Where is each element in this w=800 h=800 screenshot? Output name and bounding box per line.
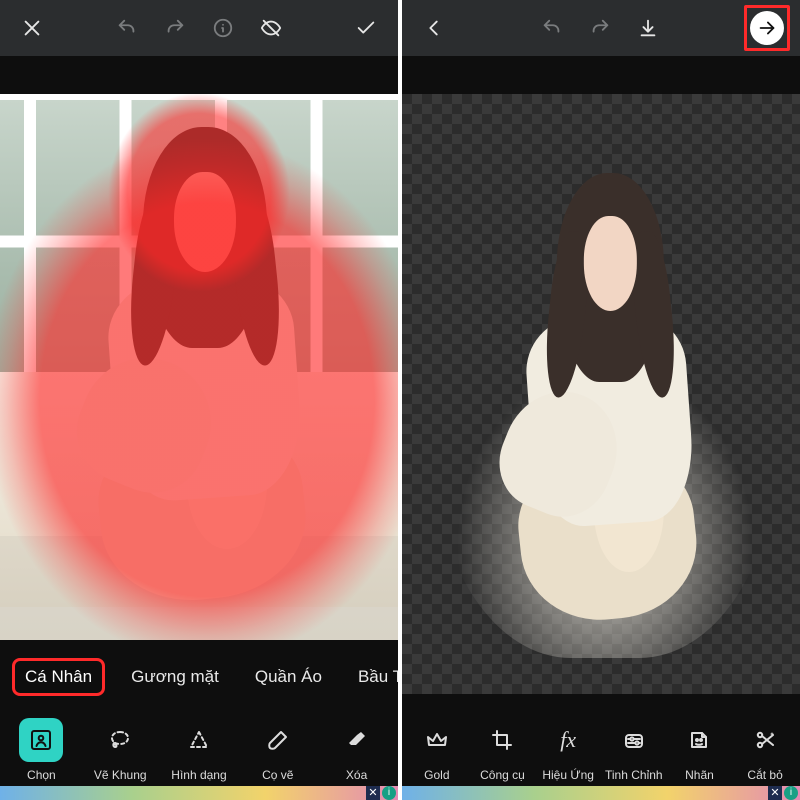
chip-ca-nhan[interactable]: Cá Nhân xyxy=(12,658,105,696)
undo-icon[interactable] xyxy=(530,6,574,50)
tool-label: Vẽ Khung xyxy=(94,768,147,782)
triangle-dashed-icon xyxy=(177,718,221,762)
preview-icon[interactable] xyxy=(249,6,293,50)
tool-label: Cắt bỏ xyxy=(747,768,782,782)
tool-label: Tinh Chỉnh xyxy=(605,768,663,782)
toolbar-right: Gold Công cụ fx Hiệu Ứng Tinh Chỉnh Nhãn xyxy=(402,702,800,786)
tool-label: Công cụ xyxy=(480,768,525,782)
tool-label: Chọn xyxy=(27,768,56,782)
selection-mask-overlay xyxy=(0,94,398,640)
toolbar-left: Chọn Vẽ Khung Hình dạng Cọ vẽ Xóa xyxy=(0,702,398,786)
crop-icon xyxy=(480,718,524,762)
tool-erase[interactable]: Xóa xyxy=(326,718,388,782)
sticker-icon xyxy=(677,718,721,762)
redo-icon[interactable] xyxy=(153,6,197,50)
brush-icon xyxy=(256,718,300,762)
confirm-icon[interactable] xyxy=(344,6,388,50)
person-select-icon xyxy=(19,718,63,762)
tool-gold[interactable]: Gold xyxy=(406,718,468,782)
tool-label: Hình dạng xyxy=(171,768,226,782)
undo-icon[interactable] xyxy=(105,6,149,50)
ad-banner-left[interactable]: ✕ i xyxy=(0,786,398,800)
redo-icon[interactable] xyxy=(578,6,622,50)
tool-adjust[interactable]: Tinh Chỉnh xyxy=(603,718,665,782)
tool-select[interactable]: Chọn xyxy=(10,718,72,782)
topbar-left xyxy=(0,0,398,56)
back-icon[interactable] xyxy=(412,6,456,50)
selection-category-chips: Cá Nhân Gương mặt Quần Áo Bầu Trờ xyxy=(0,648,398,702)
tool-crop[interactable]: Công cụ xyxy=(471,718,533,782)
ad-banner-right[interactable]: ✕ i xyxy=(402,786,800,800)
photo-with-red-mask xyxy=(0,94,398,640)
tool-label: Hiệu Ứng xyxy=(542,768,594,782)
chip-quan-ao[interactable]: Quần Áo xyxy=(245,661,332,693)
topbar-right xyxy=(402,0,800,56)
tool-outline[interactable]: Vẽ Khung xyxy=(89,718,151,782)
scissors-magic-icon xyxy=(743,718,787,762)
download-icon[interactable] xyxy=(626,6,670,50)
eraser-icon xyxy=(335,718,379,762)
crown-icon xyxy=(415,718,459,762)
chip-bau-troi[interactable]: Bầu Trờ xyxy=(348,661,398,693)
ad-close-icon[interactable]: ✕ xyxy=(366,786,380,800)
canvas-right[interactable] xyxy=(402,56,800,702)
screen-left-editor: Cá Nhân Gương mặt Quần Áo Bầu Trờ Chọn V… xyxy=(0,0,398,800)
lasso-icon xyxy=(98,718,142,762)
ad-close-icon[interactable]: ✕ xyxy=(768,786,782,800)
next-arrow-icon xyxy=(750,11,784,45)
close-icon[interactable] xyxy=(10,6,54,50)
tool-shape[interactable]: Hình dạng xyxy=(168,718,230,782)
tool-label: Gold xyxy=(424,768,449,782)
tool-fx[interactable]: fx Hiệu Ứng xyxy=(537,718,599,782)
tool-cutout[interactable]: Cắt bỏ xyxy=(734,718,796,782)
tool-label: Nhãn xyxy=(685,768,714,782)
canvas-left[interactable] xyxy=(0,56,398,648)
chip-guong-mat[interactable]: Gương mặt xyxy=(121,661,229,693)
sliders-icon xyxy=(612,718,656,762)
next-button[interactable] xyxy=(744,5,790,51)
tool-label: Xóa xyxy=(346,768,367,782)
ad-info-icon[interactable]: i xyxy=(784,786,798,800)
tool-brush[interactable]: Cọ vẽ xyxy=(247,718,309,782)
fx-icon: fx xyxy=(546,718,590,762)
tool-sticker[interactable]: Nhãn xyxy=(668,718,730,782)
tool-label: Cọ vẽ xyxy=(262,768,293,782)
info-icon[interactable] xyxy=(201,6,245,50)
screen-right-editor: Gold Công cụ fx Hiệu Ứng Tinh Chỉnh Nhãn xyxy=(402,0,800,800)
photo-cutout-transparent xyxy=(402,94,800,694)
ad-info-icon[interactable]: i xyxy=(382,786,396,800)
